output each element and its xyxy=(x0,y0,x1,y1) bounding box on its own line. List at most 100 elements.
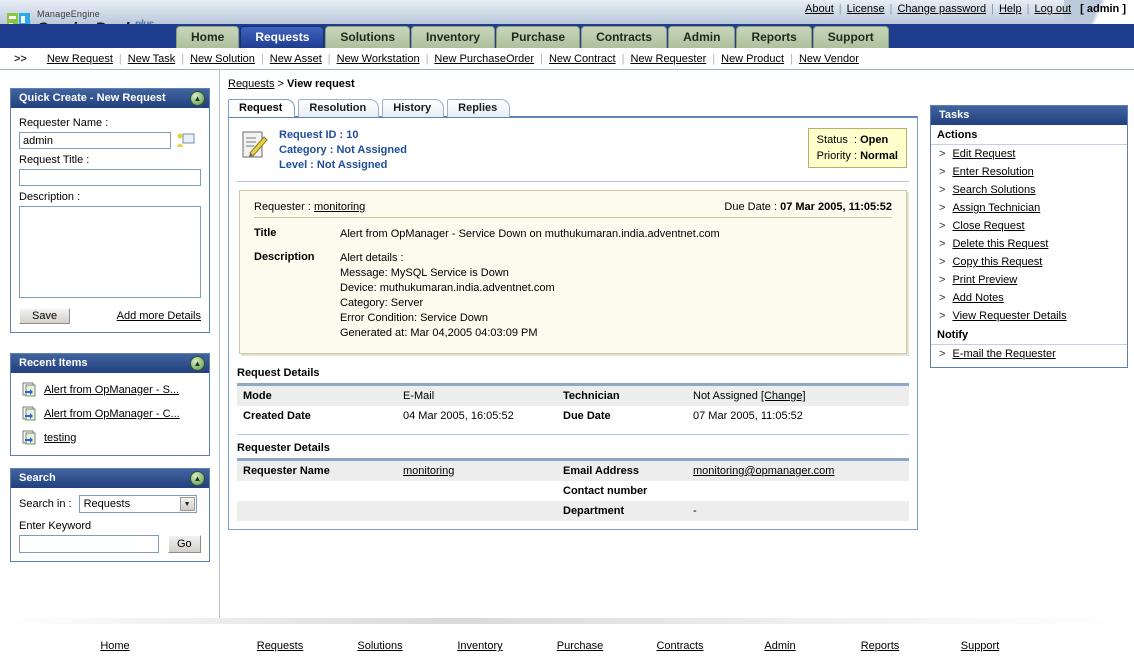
nav-tab-home[interactable]: Home xyxy=(176,26,240,48)
task-action-print-preview[interactable]: > Print Preview xyxy=(931,271,1127,289)
requester-email-link[interactable]: monitoring@opmanager.com xyxy=(693,465,834,477)
nav-tab-solutions[interactable]: Solutions xyxy=(325,26,411,48)
nav-tab-purchase[interactable]: Purchase xyxy=(496,26,581,48)
requester-link[interactable]: monitoring xyxy=(314,201,365,213)
task-action-delete-this-request[interactable]: > Delete this Request xyxy=(931,235,1127,253)
footer-link-cell: Requests xyxy=(230,640,330,652)
quicklink-new-vendor[interactable]: New Vendor xyxy=(799,53,859,65)
request-title-label: Request Title : xyxy=(19,154,90,166)
table-row: Requester Name monitoring Email Address mon… xyxy=(237,461,909,481)
chevron-down-icon[interactable]: ▼ xyxy=(179,497,195,511)
footer-link-reports[interactable]: Reports xyxy=(861,640,900,652)
quicklink-new-purchaseorder[interactable]: New PurchaseOrder xyxy=(434,53,534,65)
recent-item[interactable]: testing xyxy=(19,426,201,450)
task-action-edit-request[interactable]: > Edit Request xyxy=(931,145,1127,163)
footer-link-solutions[interactable]: Solutions xyxy=(357,640,402,652)
breadcrumb: Requests > View request xyxy=(228,78,918,90)
tab-replies[interactable]: Replies xyxy=(447,99,511,117)
task-link[interactable]: Print Preview xyxy=(952,274,1017,286)
requester-name-input[interactable] xyxy=(19,132,171,149)
select-requester-icon[interactable] xyxy=(175,132,195,149)
footer-link-requests[interactable]: Requests xyxy=(257,640,303,652)
task-action-add-notes[interactable]: > Add Notes xyxy=(931,289,1127,307)
task-link[interactable]: Edit Request xyxy=(952,148,1015,160)
footer-link-support[interactable]: Support xyxy=(961,640,1000,652)
task-link[interactable]: View Requester Details xyxy=(952,310,1066,322)
search-go-button[interactable]: Go xyxy=(168,535,201,553)
footer-link-contracts[interactable]: Contracts xyxy=(656,640,703,652)
quicklink-new-request[interactable]: New Request xyxy=(47,53,113,65)
task-action-assign-technician[interactable]: > Assign Technician xyxy=(931,199,1127,217)
cell-value xyxy=(397,481,557,501)
task-link[interactable]: Assign Technician xyxy=(952,202,1040,214)
quicklink-new-task[interactable]: New Task xyxy=(128,53,175,65)
task-link[interactable]: Add Notes xyxy=(952,292,1003,304)
task-action-copy-this-request[interactable]: > Copy this Request xyxy=(931,253,1127,271)
task-link[interactable]: Copy this Request xyxy=(952,256,1042,268)
cell-key: Email Address xyxy=(557,461,687,481)
footer-link-purchase[interactable]: Purchase xyxy=(557,640,603,652)
footer-link-cell: Home xyxy=(0,640,230,652)
task-link[interactable]: E-mail the Requester xyxy=(952,348,1055,360)
current-user-label: [ admin ] xyxy=(1080,3,1126,15)
task-action-enter-resolution[interactable]: > Enter Resolution xyxy=(931,163,1127,181)
recent-item-label[interactable]: testing xyxy=(44,432,76,444)
recent-item-label[interactable]: Alert from OpManager - S... xyxy=(44,384,179,396)
collapse-up-icon[interactable]: ▲ xyxy=(190,471,205,486)
task-notify-e-mail-the-requester[interactable]: > E-mail the Requester xyxy=(931,345,1127,363)
nav-tab-admin[interactable]: Admin xyxy=(668,26,736,48)
nav-tab-reports[interactable]: Reports xyxy=(736,26,812,48)
request-panel: Request ID : 10 Category : Not Assigned … xyxy=(228,116,918,530)
cell-value: monitoring xyxy=(397,461,557,481)
footer-link-admin[interactable]: Admin xyxy=(764,640,795,652)
nav-tab-contracts[interactable]: Contracts xyxy=(581,26,668,48)
description-textarea[interactable] xyxy=(19,206,201,298)
toplink-log-out[interactable]: Log out xyxy=(1034,3,1071,15)
tab-history[interactable]: History xyxy=(382,99,445,117)
breadcrumb-requests-link[interactable]: Requests xyxy=(228,78,274,90)
task-action-close-request[interactable]: > Close Request xyxy=(931,217,1127,235)
task-link[interactable]: Delete this Request xyxy=(952,238,1048,250)
nav-tab-inventory[interactable]: Inventory xyxy=(411,26,496,48)
change-technician-link[interactable]: [Change] xyxy=(761,390,806,402)
recent-item[interactable]: Alert from OpManager - S... xyxy=(19,378,201,402)
quicklink-new-product[interactable]: New Product xyxy=(721,53,784,65)
task-link[interactable]: Enter Resolution xyxy=(952,166,1033,178)
quicklink-new-solution[interactable]: New Solution xyxy=(190,53,255,65)
tab-resolution[interactable]: Resolution xyxy=(298,99,380,117)
toplink-license[interactable]: License xyxy=(847,3,885,15)
toplink-change-password[interactable]: Change password xyxy=(897,3,986,15)
recent-item-label[interactable]: Alert from OpManager - C... xyxy=(44,408,180,420)
footer-link-cell: Support xyxy=(930,640,1030,652)
alert-title-value: Alert from OpManager - Service Down on m… xyxy=(340,228,720,240)
footer-link-home[interactable]: Home xyxy=(100,640,129,652)
cell-value: 04 Mar 2005, 16:05:52 xyxy=(403,410,514,422)
search-keyword-input[interactable] xyxy=(19,535,159,553)
footer-link-inventory[interactable]: Inventory xyxy=(457,640,502,652)
add-more-details-link[interactable]: Add more Details xyxy=(117,310,201,322)
recent-item[interactable]: Alert from OpManager - C... xyxy=(19,402,201,426)
toplink-about[interactable]: About xyxy=(805,3,834,15)
quicklink-new-workstation[interactable]: New Workstation xyxy=(337,53,420,65)
task-link[interactable]: Close Request xyxy=(952,220,1024,232)
collapse-up-icon[interactable]: ▲ xyxy=(190,356,205,371)
requester-name-link[interactable]: monitoring xyxy=(403,465,454,477)
nav-tab-support[interactable]: Support xyxy=(812,26,889,48)
quicklink-new-requester[interactable]: New Requester xyxy=(630,53,706,65)
tab-request[interactable]: Request xyxy=(228,99,296,117)
save-button[interactable]: Save xyxy=(19,308,71,324)
quicklink-new-asset[interactable]: New Asset xyxy=(270,53,322,65)
task-action-view-requester-details[interactable]: > View Requester Details xyxy=(931,307,1127,325)
task-action-search-solutions[interactable]: > Search Solutions xyxy=(931,181,1127,199)
separator: | xyxy=(991,3,994,15)
nav-tab-requests[interactable]: Requests xyxy=(240,26,325,48)
collapse-up-icon[interactable]: ▲ xyxy=(190,91,205,106)
toplink-help[interactable]: Help xyxy=(999,3,1022,15)
bullet-arrow-icon: > xyxy=(939,166,946,178)
quicklink-new-contract[interactable]: New Contract xyxy=(549,53,616,65)
task-link[interactable]: Search Solutions xyxy=(952,184,1035,196)
search-in-select[interactable]: Requests ▼ xyxy=(78,495,197,513)
breadcrumb-separator: > xyxy=(274,78,288,90)
bullet-arrow-icon: > xyxy=(939,256,946,268)
request-title-input[interactable] xyxy=(19,169,201,186)
